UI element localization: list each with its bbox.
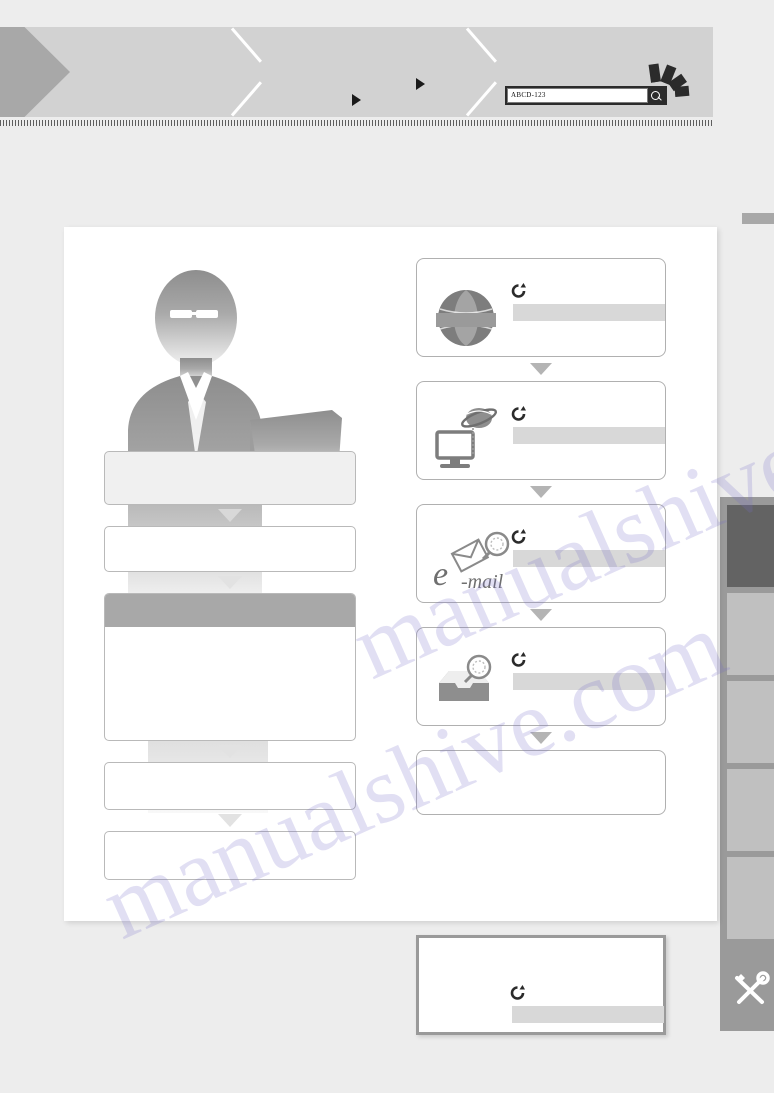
- inbox-search-icon: [439, 654, 492, 701]
- left-box-5[interactable]: [104, 831, 356, 880]
- refresh-arrow-icon: [511, 406, 526, 421]
- triangle-down-icon: [530, 363, 552, 375]
- triangle-down-icon: [218, 509, 242, 522]
- burst-rays-icon: [645, 62, 690, 102]
- right-box-2-search-field[interactable]: [513, 427, 665, 444]
- chevron-dark-shape: [0, 27, 70, 117]
- left-box-3-header: [105, 594, 355, 627]
- side-tab-rail: [720, 497, 774, 1031]
- right-box-2[interactable]: [416, 381, 666, 480]
- triangle-down-icon: [530, 609, 552, 621]
- refresh-arrow-icon: [511, 652, 526, 667]
- left-box-1[interactable]: [104, 451, 356, 505]
- refresh-arrow-icon: [511, 283, 526, 298]
- side-tab-3[interactable]: [727, 681, 774, 763]
- right-box-1-search-field[interactable]: [513, 304, 665, 321]
- header-search-widget[interactable]: ABCD-123: [505, 86, 667, 105]
- svg-text:e: e: [433, 556, 448, 593]
- side-tab-4[interactable]: [727, 769, 774, 851]
- triangle-down-icon: [530, 732, 552, 744]
- header-search-input[interactable]: ABCD-123: [507, 88, 648, 103]
- monitor-network-icon: [435, 408, 498, 468]
- left-box-3[interactable]: [104, 593, 356, 741]
- refresh-arrow-icon: [511, 529, 526, 544]
- bottom-callout-box[interactable]: [416, 935, 666, 1035]
- left-flow-column: [104, 451, 356, 880]
- triangle-down-icon: [218, 814, 242, 827]
- triangle-down-icon: [218, 576, 242, 589]
- right-box-4[interactable]: [416, 627, 666, 726]
- side-tab-5[interactable]: [727, 857, 774, 939]
- email-search-icon: e -mail: [433, 531, 510, 593]
- chevron-right-icon: [467, 27, 507, 117]
- triangle-right-marker-icon: [352, 94, 361, 106]
- dashed-divider: [0, 120, 713, 126]
- left-box-2[interactable]: [104, 526, 356, 572]
- right-box-3-search-field[interactable]: [513, 550, 665, 567]
- refresh-arrow-icon: [510, 985, 525, 1000]
- globe-icon: [436, 290, 496, 346]
- right-box-5[interactable]: [416, 750, 666, 815]
- right-box-3[interactable]: e -mail: [416, 504, 666, 603]
- bottom-callout-search-field[interactable]: [512, 1006, 664, 1023]
- right-box-4-search-field[interactable]: [513, 673, 665, 690]
- right-box-1[interactable]: [416, 258, 666, 357]
- right-flow-column: e -mail: [416, 258, 666, 815]
- svg-text:-mail: -mail: [461, 571, 504, 593]
- left-box-4[interactable]: [104, 762, 356, 810]
- wrench-screwdriver-icon: [735, 971, 770, 1004]
- side-tab-2[interactable]: [727, 593, 774, 675]
- triangle-right-marker-icon: [416, 78, 425, 90]
- triangle-down-icon: [218, 745, 242, 758]
- side-tab-1[interactable]: [727, 505, 774, 587]
- triangle-down-icon: [530, 486, 552, 498]
- corner-tab-marker: [742, 213, 774, 224]
- chevron-right-icon: [232, 27, 272, 117]
